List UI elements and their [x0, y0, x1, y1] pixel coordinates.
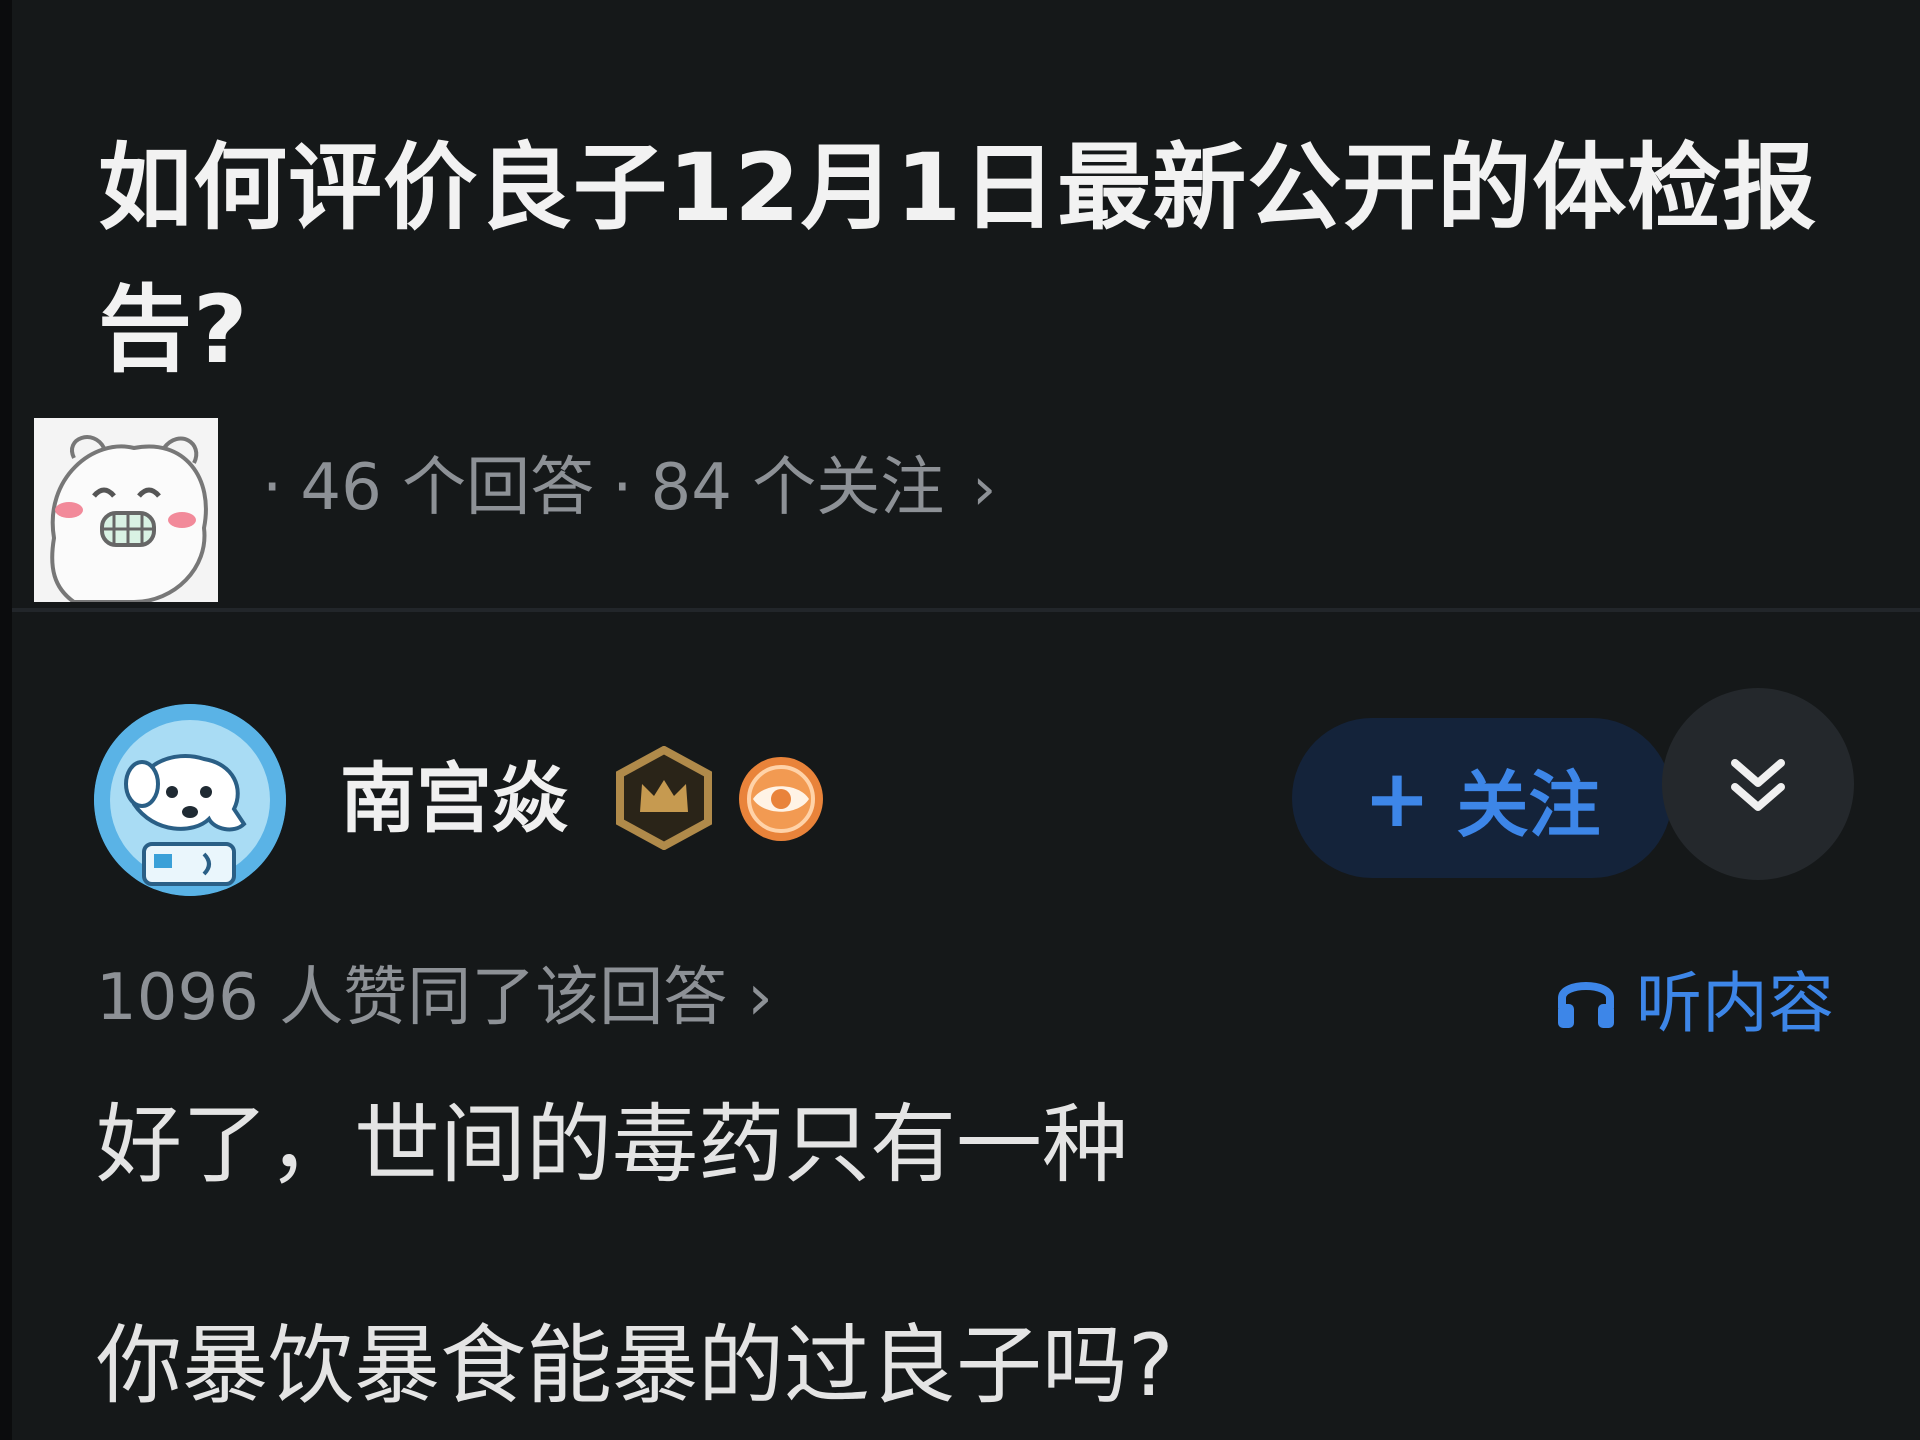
question-stats[interactable]: · 46 个回答 · 84 个关注 › — [244, 438, 996, 539]
question-title[interactable]: 如何评价良子12月1日最新公开的体检报告? — [98, 118, 1838, 402]
follow-button[interactable]: + 关注 — [1292, 718, 1672, 878]
question-meta[interactable]: · 46 个回答 · 84 个关注 › — [12, 418, 1212, 608]
dog-avatar-icon — [94, 704, 286, 896]
author-name[interactable]: 南宫焱 — [340, 744, 568, 854]
collapse-button[interactable] — [1662, 688, 1854, 880]
upvote-count-text: 1096 人赞同了该回答 — [96, 961, 728, 1035]
plus-icon: + — [1363, 751, 1431, 845]
bear-sticker-icon — [34, 418, 218, 602]
answer-paragraph: 你暴饮暴食能暴的过良子吗? — [96, 1316, 1174, 1416]
listen-label: 听内容 — [1636, 965, 1834, 1042]
meta-separator: · — [612, 451, 633, 525]
headphones-icon — [1558, 982, 1614, 1028]
chevron-right-icon: › — [972, 454, 997, 524]
answers-count: 46 个回答 — [300, 451, 595, 525]
answer-screen: 如何评价良子12月1日最新公开的体检报告? · 46 个回答 · 84 个关注 › — [12, 0, 1920, 1440]
answer-paragraph: 好了，世间的毒药只有一种 — [96, 1095, 1128, 1195]
crown-badge-icon[interactable] — [612, 745, 716, 851]
double-chevron-down-icon — [1731, 759, 1785, 811]
upvote-summary[interactable]: 1096 人赞同了该回答 › — [96, 950, 773, 1046]
followers-count: 84 个关注 — [650, 451, 945, 525]
meta-separator: · — [262, 451, 283, 525]
eye-badge-icon[interactable] — [736, 754, 826, 844]
author-avatar[interactable] — [94, 704, 286, 896]
listen-button[interactable]: 听内容 — [1552, 950, 1834, 1046]
section-divider — [12, 608, 1920, 612]
follow-label: 关注 — [1456, 762, 1601, 847]
chevron-right-icon: › — [747, 961, 773, 1035]
